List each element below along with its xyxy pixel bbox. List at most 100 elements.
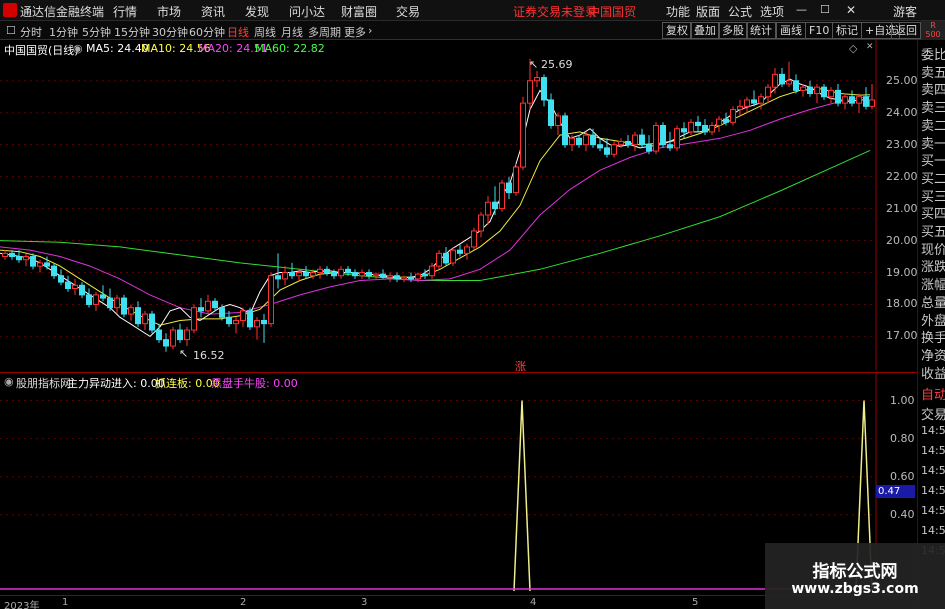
menu-item-ask[interactable]: 问小达: [289, 3, 325, 20]
candle-body: [660, 125, 666, 146]
close-icon[interactable]: ✕: [846, 3, 856, 17]
login-status[interactable]: 证券交易未登录: [513, 3, 597, 20]
candle-body: [338, 268, 344, 277]
maximize-icon[interactable]: ☐: [820, 3, 830, 16]
price-chart-svg: [0, 40, 877, 370]
candle-body: [625, 140, 631, 146]
checkbox-icon[interactable]: ☐: [6, 24, 16, 37]
candle-body: [779, 73, 785, 85]
candle-body: [828, 89, 834, 98]
period-tab-intraday[interactable]: 分时: [20, 24, 42, 40]
candle-body: [562, 115, 568, 146]
candle-body: [254, 319, 260, 328]
period-tab-5min[interactable]: 5分钟: [82, 24, 111, 40]
auto-trade-label[interactable]: 自动: [921, 384, 945, 403]
candle-body: [212, 300, 218, 309]
guest-user[interactable]: 游客: [893, 3, 917, 20]
candle-body: [23, 256, 29, 261]
candle-body: [177, 329, 183, 341]
period-tab-daily[interactable]: 日线: [227, 24, 249, 40]
auto-trade-label[interactable]: 交易: [921, 404, 945, 423]
back-button[interactable]: 返回: [891, 22, 921, 39]
period-tab-60min[interactable]: 60分钟: [189, 24, 225, 40]
candle-body: [58, 275, 64, 283]
period-tab-more[interactable]: 更多: [344, 24, 366, 40]
low-arrow-icon: ↖: [179, 347, 189, 360]
candle-body: [597, 144, 603, 149]
tick-time: 14:56: [921, 504, 945, 517]
close-panel-icon[interactable]: ✕: [866, 42, 874, 52]
candle-body: [282, 272, 288, 280]
draw-button[interactable]: 画线: [776, 22, 806, 39]
settings-circle-icon[interactable]: ◉: [73, 42, 83, 55]
f10-button[interactable]: F10: [805, 22, 834, 39]
candle-body: [758, 96, 764, 104]
candle-body: [170, 329, 176, 347]
quote-field-label: 现价: [921, 242, 945, 258]
menu-bar: 通达信金融终端 行情 市场 资讯 发现 问小达 财富圈 交易 证券交易未登录 中…: [0, 0, 945, 21]
menu-item-market[interactable]: 行情: [113, 3, 137, 20]
menu-item-exchange[interactable]: 市场: [157, 3, 181, 20]
candle-body: [583, 134, 589, 146]
indicator-settings-icon[interactable]: ◉: [4, 375, 14, 388]
candle-body: [590, 134, 596, 146]
period-toolbar: ☐ 分时 1分钟 5分钟 15分钟 30分钟 60分钟 日线 周线 月线 多周期…: [0, 21, 945, 40]
candle-body: [261, 319, 267, 325]
period-tab-multi[interactable]: 多周期: [308, 24, 341, 40]
quote-field-label: 卖四: [921, 83, 945, 99]
candle-body: [44, 262, 50, 267]
period-tab-30min[interactable]: 30分钟: [152, 24, 188, 40]
menu-item-formula[interactable]: 公式: [728, 3, 752, 20]
candle-body: [324, 268, 330, 274]
candle-body: [310, 272, 316, 277]
menu-item-options[interactable]: 选项: [760, 3, 784, 20]
quote-field-label: 涨幅: [921, 278, 945, 294]
candle-body: [289, 272, 295, 277]
candle-body: [86, 294, 92, 305]
candle-body: [744, 99, 750, 107]
candle-body: [240, 310, 246, 321]
diamond-icon[interactable]: ◇: [849, 42, 857, 55]
period-tab-15min[interactable]: 15分钟: [114, 24, 150, 40]
menu-item-discover[interactable]: 发现: [245, 3, 269, 20]
adjust-button[interactable]: 复权: [662, 22, 692, 39]
mark-button[interactable]: 标记: [832, 22, 862, 39]
candle-body: [702, 125, 708, 133]
ma60-line: [0, 149, 871, 281]
candle-body: [401, 276, 407, 280]
candle-body: [429, 265, 435, 277]
price-chart[interactable]: 中国国贸(日线) ◉ MA5: 24.40 MA10: 24.56 MA20: …: [0, 40, 918, 373]
ma60-label: MA60: 22.82: [255, 42, 325, 55]
period-tab-monthly[interactable]: 月线: [281, 24, 303, 40]
period-tab-weekly[interactable]: 周线: [254, 24, 276, 40]
minimize-icon[interactable]: —: [796, 3, 807, 16]
candle-body: [485, 201, 491, 216]
candle-body: [100, 294, 106, 299]
indicator-limit-board: 抓连板: 0.00: [155, 377, 220, 390]
overlay-button[interactable]: 叠加: [690, 22, 720, 39]
candle-body: [142, 313, 148, 325]
candle-body: [492, 201, 498, 210]
candle-body: [65, 281, 71, 289]
menu-item-function[interactable]: 功能: [666, 3, 690, 20]
low-price-label: 16.52: [193, 349, 225, 362]
quote-field-label: 卖一: [921, 136, 945, 152]
candle-body: [513, 166, 519, 194]
indicator-main-force: 主力异动进入: 0.00: [67, 377, 165, 390]
period-tab-1min[interactable]: 1分钟: [49, 24, 78, 40]
candle-body: [156, 329, 162, 341]
candle-body: [359, 272, 365, 277]
candle-body: [674, 128, 680, 149]
stats-button[interactable]: 统计: [746, 22, 776, 39]
y-axis-tick-label: 17.00: [886, 329, 918, 343]
menu-item-trade[interactable]: 交易: [396, 3, 420, 20]
candle-body: [394, 275, 400, 280]
menu-item-wealth[interactable]: 财富圈: [341, 3, 377, 20]
menu-item-news[interactable]: 资讯: [201, 3, 225, 20]
candle-body: [121, 297, 127, 315]
quote-field-label: 卖三: [921, 101, 945, 117]
candle-body: [436, 252, 442, 267]
multi-stock-button[interactable]: 多股: [718, 22, 748, 39]
menu-item-layout[interactable]: 版面: [696, 3, 720, 20]
chevron-right-icon[interactable]: ›: [368, 24, 372, 37]
